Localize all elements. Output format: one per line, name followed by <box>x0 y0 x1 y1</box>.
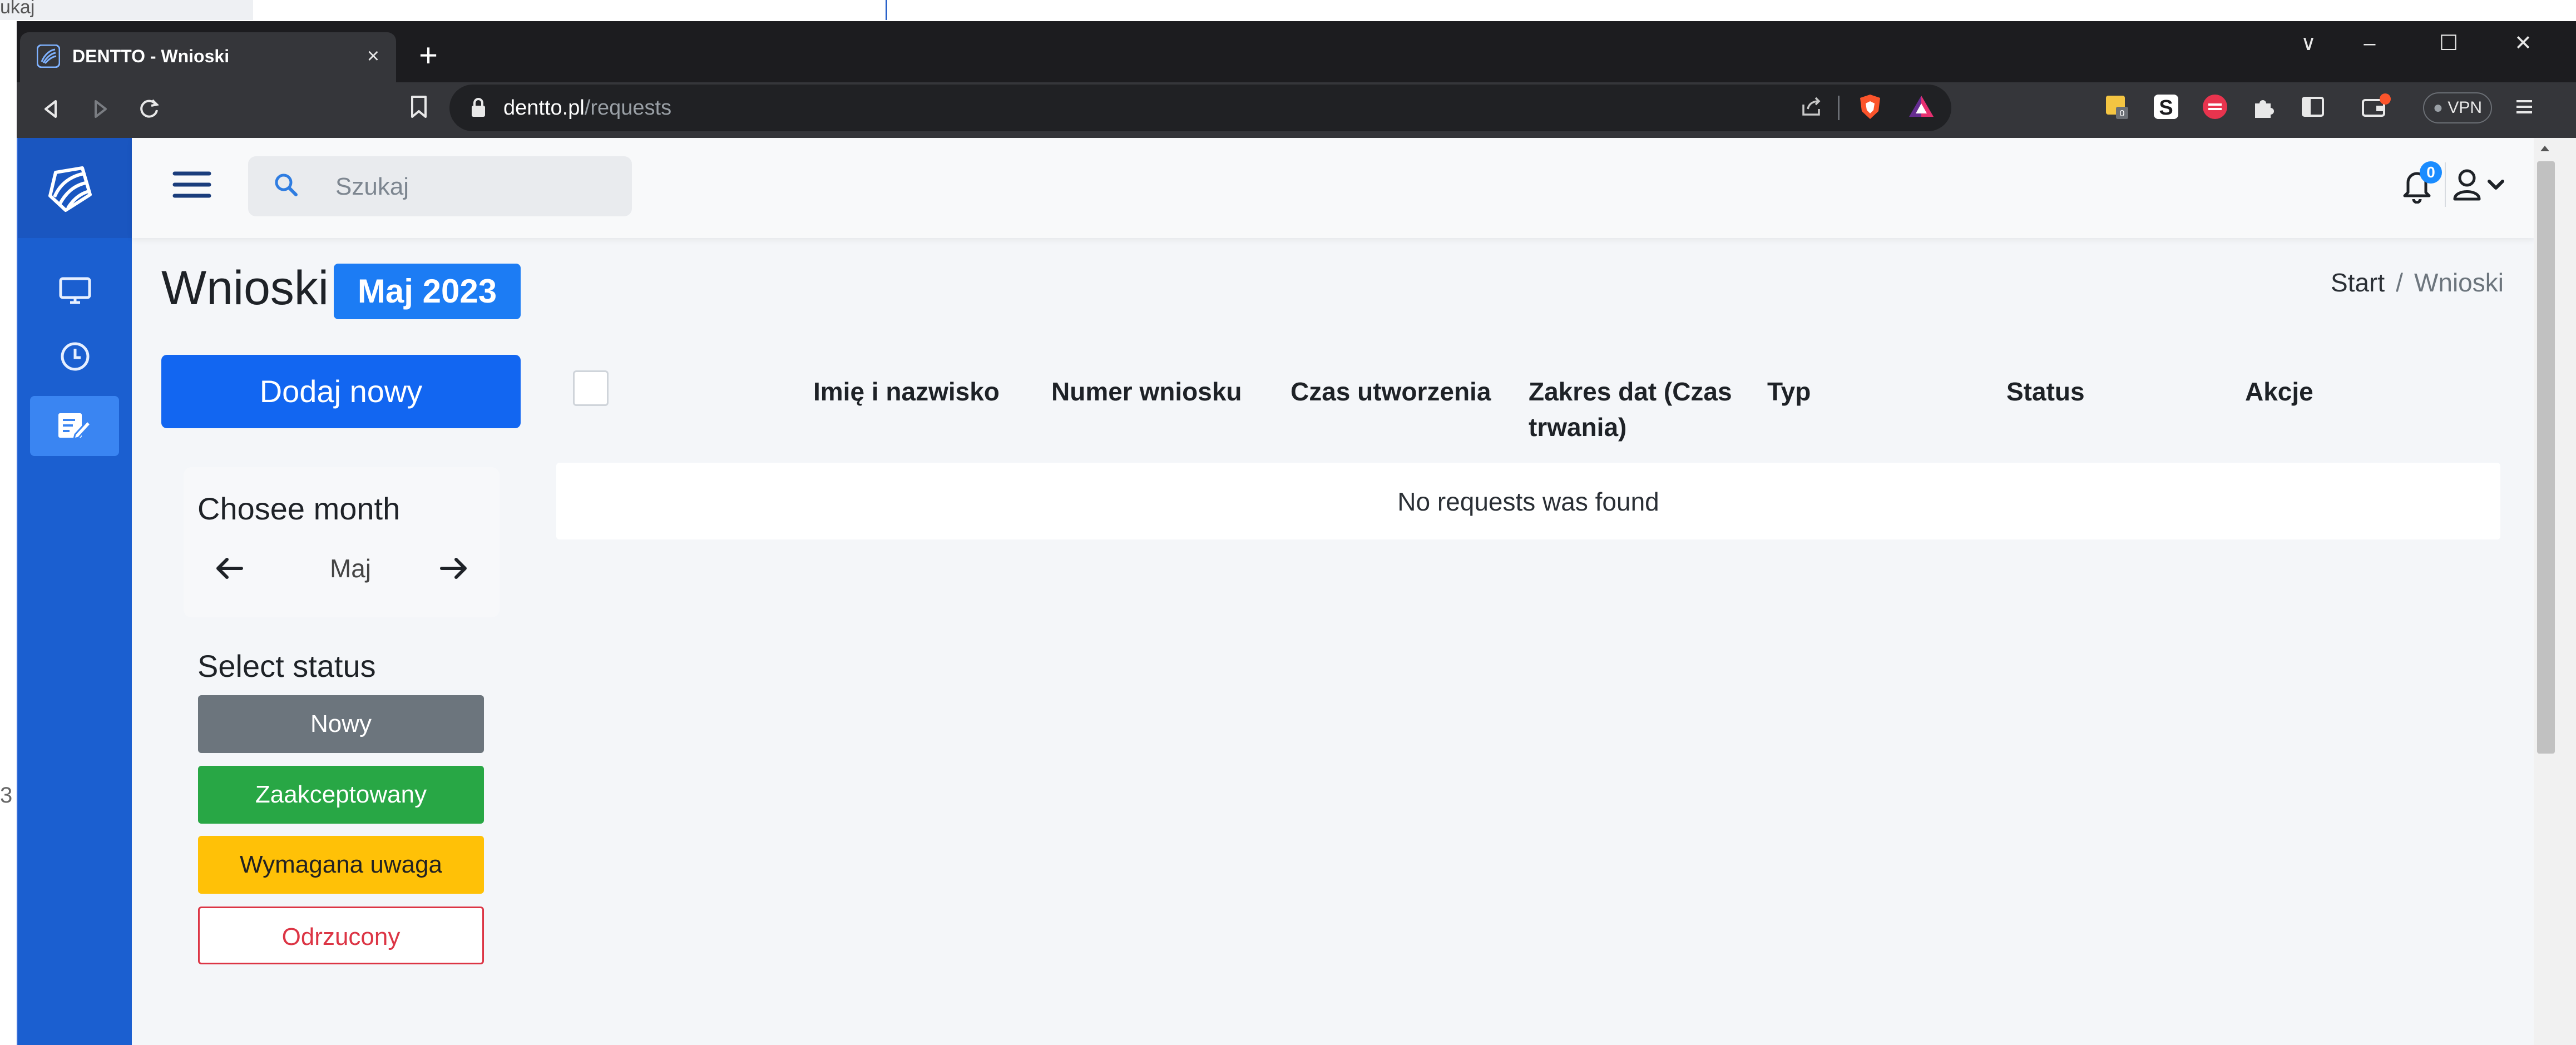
address-bar-url: dentto.pl/requests <box>503 95 671 121</box>
brave-rewards-icon[interactable] <box>1907 92 1936 121</box>
page-scrollbar-thumb[interactable] <box>2537 161 2555 754</box>
maximize-button[interactable]: ☐ <box>2432 32 2465 55</box>
page-title: Wnioski <box>161 261 329 315</box>
puzzle-icon[interactable] <box>2249 92 2278 121</box>
svg-text:S: S <box>2159 96 2173 120</box>
scroll-up-icon[interactable] <box>2538 142 2552 153</box>
column-header-actions: Akcje <box>2245 377 2313 406</box>
status-filter-title: Select status <box>197 648 376 684</box>
menu-icon[interactable] <box>2510 92 2539 121</box>
dentto-logo-icon[interactable] <box>43 161 99 217</box>
wallet-icon[interactable] <box>2360 92 2391 121</box>
tab-title: DENTTO - Wnioski <box>72 46 230 66</box>
clock-icon[interactable] <box>50 331 100 382</box>
close-window-button[interactable]: ✕ <box>2506 32 2540 55</box>
tab-strip <box>17 21 2576 82</box>
edit-document-icon <box>49 400 99 450</box>
next-month-arrow-icon[interactable] <box>434 552 473 585</box>
notification-count-badge: 0 <box>2420 161 2442 184</box>
lock-icon[interactable] <box>471 97 486 118</box>
bookmark-icon[interactable] <box>409 95 429 119</box>
red-extension-icon[interactable] <box>2201 92 2229 121</box>
selected-month-label: Maj <box>329 554 372 583</box>
new-tab-button[interactable]: + <box>414 39 442 72</box>
column-header-created-time[interactable]: Czas utworzenia <box>1291 374 1491 409</box>
favicon-icon <box>37 44 60 68</box>
breadcrumb-home-link[interactable]: Start <box>2331 268 2385 297</box>
column-header-request-number[interactable]: Numer wniosku <box>1051 374 1242 409</box>
monitor-icon[interactable] <box>50 266 100 316</box>
url-path: /requests <box>584 96 672 120</box>
background-search-text: ukaj <box>0 0 35 18</box>
background-search-bar <box>0 0 253 20</box>
navbar-divider <box>2445 162 2446 207</box>
select-all-checkbox[interactable] <box>573 370 609 406</box>
toolbar-divider <box>1838 96 1840 120</box>
s-extension-icon[interactable]: S <box>2152 92 2181 121</box>
brave-shield-icon[interactable] <box>1856 92 1885 121</box>
svg-text:0: 0 <box>2120 109 2125 118</box>
previous-month-arrow-icon[interactable] <box>210 552 249 585</box>
address-bar[interactable] <box>449 85 1951 131</box>
sidebar-icon[interactable] <box>2298 92 2327 121</box>
status-attention-required-button[interactable]: Wymagana uwaga <box>198 836 484 894</box>
month-picker-title: Chosee month <box>197 491 401 526</box>
user-menu-button[interactable] <box>2450 167 2511 204</box>
status-accepted-button[interactable]: Zaakceptowany <box>198 766 484 824</box>
status-new-button[interactable]: Nowy <box>198 695 484 753</box>
share-icon[interactable] <box>1797 92 1826 121</box>
hamburger-menu-icon[interactable] <box>172 168 211 201</box>
search-placeholder: Szukaj <box>335 173 409 200</box>
notes-extension-icon[interactable]: 0 <box>2103 92 2132 121</box>
tab-close-button[interactable]: × <box>362 44 385 68</box>
url-domain: dentto.pl <box>503 96 585 120</box>
forward-icon[interactable] <box>85 93 116 125</box>
month-badge: Maj 2023 <box>334 264 521 319</box>
breadcrumb-current: Wnioski <box>2414 268 2504 297</box>
vpn-button[interactable]: ● VPN <box>2423 92 2492 123</box>
empty-table-message: No requests was found <box>1397 487 1659 516</box>
breadcrumb: Start / Wnioski <box>2331 266 2504 299</box>
breadcrumb-separator: / <box>2396 268 2403 297</box>
search-icon <box>273 171 299 198</box>
add-new-button[interactable]: Dodaj nowy <box>161 355 521 428</box>
tab-search-button[interactable]: ∨ <box>2292 32 2325 55</box>
status-rejected-button[interactable]: Odrzucony <box>198 907 484 964</box>
vpn-label: VPN <box>2448 98 2483 117</box>
column-header-type[interactable]: Typ <box>1767 374 1811 409</box>
search-input[interactable] <box>248 156 632 216</box>
column-header-status[interactable]: Status <box>2006 374 2085 409</box>
reload-icon[interactable] <box>134 93 165 125</box>
column-header-name[interactable]: Imię i nazwisko <box>813 374 1000 409</box>
column-header-date-range[interactable]: Zakres dat (Czas trwania) <box>1529 374 1740 445</box>
background-header <box>253 0 887 20</box>
background-text-fragment: 3 <box>0 783 13 808</box>
minimize-button[interactable]: – <box>2353 32 2386 55</box>
back-icon[interactable] <box>36 93 67 125</box>
